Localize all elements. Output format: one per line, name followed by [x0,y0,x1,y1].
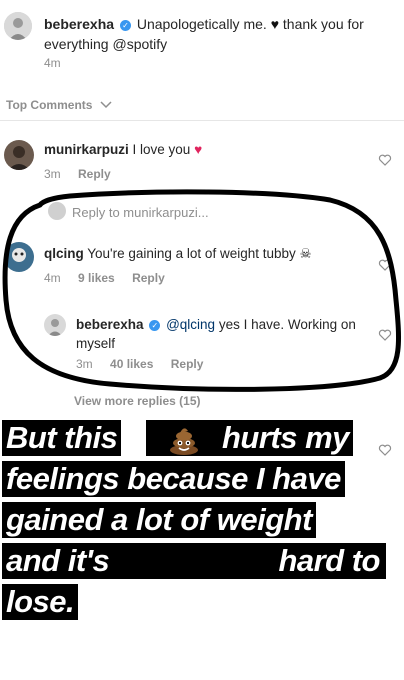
overlay-line-4b: hard to [278,543,380,578]
overlay-poop-box [146,420,222,456]
overlay-line-1a: But this [6,420,118,455]
overlay-line-3-text: gained a lot of weight [6,502,312,537]
overlay-line-4a: and it's [6,543,110,578]
overlay-line-4: and it's hard to [2,543,386,579]
overlay-line-3: gained a lot of weight [2,502,316,538]
overlay-line-1: But this [2,420,122,456]
overlay-line-2-text: feelings because I have [6,461,341,496]
overlay-line-1b: hurts my [218,420,353,456]
overlay-line-5-text: lose. [6,584,75,619]
poop-emoji-icon [170,428,198,455]
overlay-line-1b-text: hurts my [222,420,349,455]
overlay-line-5: lose. [2,584,79,620]
overlay-line-2: feelings because I have [2,461,345,497]
